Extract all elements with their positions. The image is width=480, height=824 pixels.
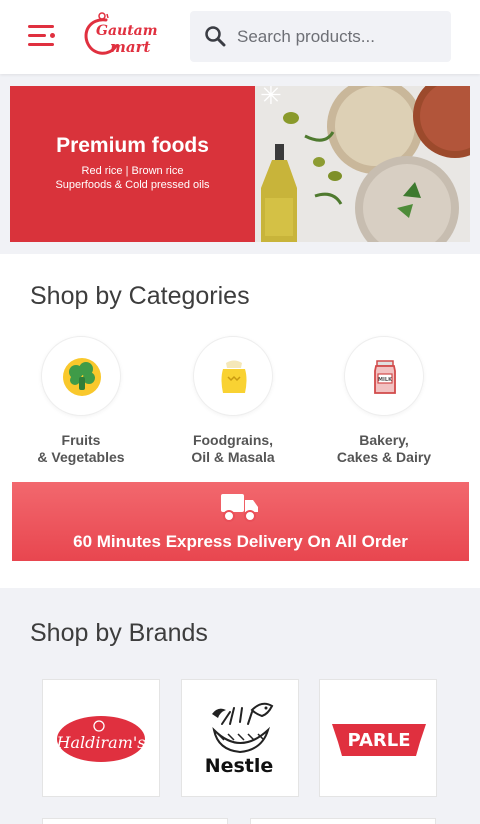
- brand-card-row2-1[interactable]: [42, 818, 228, 824]
- categories-section: Shop by Categories Fruits & Vegetables F…: [0, 254, 480, 588]
- category-foodgrains-oil-masala[interactable]: Foodgrains, Oil & Masala: [158, 336, 308, 466]
- brand-name-haldirams: Haldiram's: [56, 733, 146, 752]
- category-label-line2: Cakes & Dairy: [336, 449, 432, 465]
- banner-food-image: ✳: [255, 86, 470, 242]
- broccoli-icon: [41, 336, 121, 416]
- svg-text:MILK: MILK: [378, 377, 393, 383]
- brand-card-parle[interactable]: PARLE: [319, 679, 437, 797]
- categories-title: Shop by Categories: [30, 282, 250, 310]
- hamburger-menu-icon[interactable]: [28, 22, 58, 50]
- brand-card-nestle[interactable]: Nestle: [181, 679, 299, 797]
- category-label-line1: Fruits: [61, 432, 101, 448]
- milk-carton-icon: MILK: [344, 336, 424, 416]
- search-icon: [204, 25, 226, 52]
- category-label-line2: & Vegetables: [37, 449, 125, 465]
- category-fruits-vegetables[interactable]: Fruits & Vegetables: [6, 336, 156, 466]
- brands-title: Shop by Brands: [30, 619, 208, 647]
- logo-text-gautam: Gautam: [96, 23, 158, 39]
- banner-title: Premium foods: [56, 134, 209, 157]
- grain-sack-icon: [193, 336, 273, 416]
- banner-text-panel: Premium foods Red rice | Brown rice Supe…: [10, 86, 255, 242]
- search-placeholder: Search products...: [237, 27, 375, 46]
- delivery-text: 60 Minutes Express Delivery On All Order: [73, 532, 408, 551]
- brand-name-parle: PARLE: [347, 730, 410, 751]
- category-bakery-cakes-dairy[interactable]: MILK Bakery, Cakes & Dairy: [309, 336, 459, 466]
- brands-section: Shop by Brands Haldiram's Nestle PARLE: [0, 592, 480, 824]
- brand-logo[interactable]: Gautam mart: [80, 10, 158, 62]
- express-delivery-banner[interactable]: 60 Minutes Express Delivery On All Order: [12, 482, 469, 561]
- app-header: Gautam mart Search products...: [0, 0, 480, 74]
- banner-subtitle-2: Superfoods & Cold pressed oils: [55, 179, 210, 191]
- logo-text-mart: mart: [110, 38, 151, 56]
- category-label-line1: Foodgrains,: [192, 432, 274, 448]
- brand-name-nestle: Nestle: [205, 755, 274, 777]
- category-label-line1: Bakery,: [359, 432, 409, 448]
- brand-card-row2-2[interactable]: [250, 818, 436, 824]
- banner-subtitle-1: Red rice | Brown rice: [81, 165, 184, 177]
- category-label-line2: Oil & Masala: [191, 449, 275, 465]
- delivery-truck-icon: [220, 490, 260, 529]
- promo-banner[interactable]: Premium foods Red rice | Brown rice Supe…: [10, 86, 470, 242]
- search-input[interactable]: Search products...: [190, 11, 451, 62]
- svg-text:✳: ✳: [260, 86, 282, 111]
- brand-card-haldirams[interactable]: Haldiram's: [42, 679, 160, 797]
